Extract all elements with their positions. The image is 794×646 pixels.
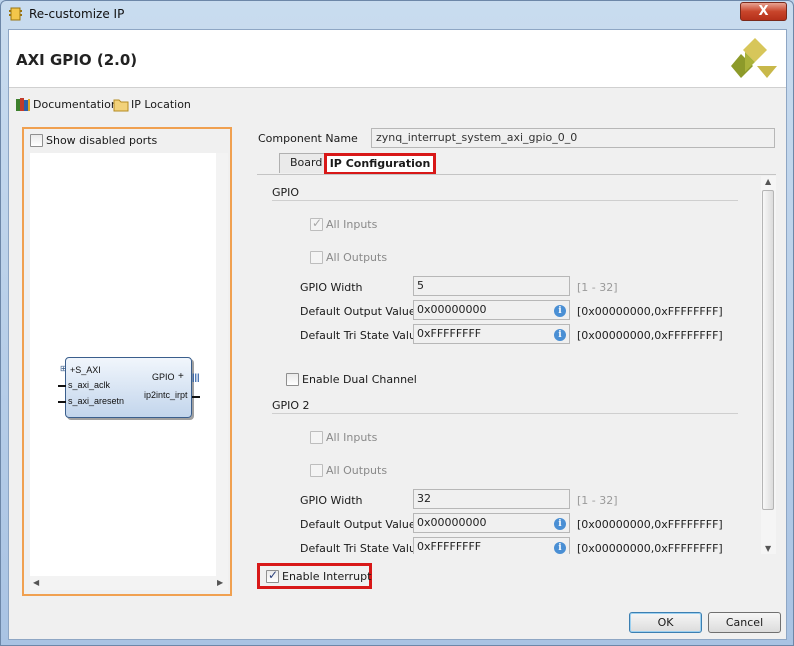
gpio2-default-tri-input[interactable]: 0xFFFFFFFF i [413, 537, 570, 554]
dialog-window: Re-customize IP X AXI GPIO (2.0) Documen [0, 0, 794, 646]
gpio2-width-range: [1 - 32] [577, 494, 618, 507]
pin-ip2intc-irpt [192, 396, 200, 398]
gpio-bus-plus-icon[interactable]: + [178, 371, 184, 382]
gpio-width-input[interactable]: 5 [413, 276, 570, 296]
gpio2-all-outputs-label: All Outputs [326, 464, 388, 477]
info-icon[interactable]: i [554, 542, 566, 554]
gpio2-default-output-range: [0x00000000,0xFFFFFFFF] [577, 518, 723, 531]
scroll-down-arrow-icon[interactable]: ▼ [765, 544, 771, 553]
gpio-all-outputs-box[interactable] [310, 251, 323, 264]
gpio-default-tri-range: [0x00000000,0xFFFFFFFF] [577, 329, 723, 342]
gpio-default-tri-input[interactable]: 0xFFFFFFFF i [413, 324, 570, 344]
config-scroll-thumb[interactable] [762, 190, 774, 510]
scroll-left-arrow-icon[interactable]: ◀ [33, 578, 39, 587]
close-button[interactable]: X [740, 2, 787, 21]
enable-interrupt-label: Enable Interrupt [282, 570, 372, 583]
gpio2-section-title: GPIO 2 [272, 399, 310, 412]
pin-s-axi-aclk [58, 385, 66, 387]
gpio2-width-input[interactable]: 32 [413, 489, 570, 509]
bus-plus-icon[interactable]: ⊞ [60, 364, 67, 373]
port-s-axi-aresetn: s_axi_aresetn [68, 396, 125, 406]
gpio2-default-tri-label: Default Tri State Value [300, 542, 423, 554]
gpio2-default-tri-range: [0x00000000,0xFFFFFFFF] [577, 542, 723, 554]
show-disabled-ports-label: Show disabled ports [46, 134, 158, 147]
gpio-divider [272, 200, 738, 201]
enable-interrupt-box[interactable] [266, 568, 279, 583]
xilinx-logo [731, 38, 777, 78]
component-name-input[interactable]: zynq_interrupt_system_axi_gpio_0_0 [371, 128, 775, 148]
gpio2-default-output-label: Default Output Value [300, 518, 416, 531]
info-icon[interactable]: i [554, 518, 566, 530]
ip-configuration-panel: GPIO All Inputs All Outputs GPIO Width 5… [257, 174, 776, 554]
gpio-default-output-input[interactable]: 0x00000000 i [413, 300, 570, 320]
gpio2-all-inputs-box[interactable] [310, 431, 323, 444]
diagram-horizontal-scrollbar[interactable]: ◀ ▶ [30, 576, 228, 590]
axi-gpio-block[interactable]: ⊞ +S_AXI s_axi_aclk s_axi_aresetn GPIO +… [58, 357, 200, 418]
info-icon[interactable]: i [554, 305, 566, 317]
port-s-axi-aclk: s_axi_aclk [68, 380, 111, 390]
gpio-default-output-value: 0x00000000 [417, 303, 487, 316]
diagram-vertical-scrollbar[interactable] [216, 153, 228, 576]
gpio-default-output-range: [0x00000000,0xFFFFFFFF] [577, 305, 723, 318]
gpio2-all-inputs-label: All Inputs [326, 431, 378, 444]
port-s-axi: +S_AXI [70, 365, 101, 375]
folder-icon [113, 99, 129, 112]
gpio2-default-output-input[interactable]: 0x00000000 i [413, 513, 570, 533]
ok-button[interactable]: OK [629, 612, 702, 633]
title-bar[interactable]: Re-customize IP X [1, 1, 793, 27]
tab-board[interactable]: Board [279, 153, 327, 173]
gpio2-width-label: GPIO Width [300, 494, 363, 507]
gpio-all-inputs-label: All Inputs [326, 218, 378, 231]
gpio-all-outputs-label: All Outputs [326, 251, 388, 264]
gpio2-default-tri-value: 0xFFFFFFFF [417, 540, 482, 553]
block-diagram-panel: Show disabled ports ⊞ +S_AXI s_axi_aclk … [22, 127, 232, 596]
port-gpio: GPIO [152, 372, 175, 382]
tab-ip-configuration[interactable]: IP Configuration [324, 153, 436, 175]
gpio-width-value: 5 [417, 279, 424, 292]
scroll-up-arrow-icon[interactable]: ▲ [765, 177, 771, 186]
cancel-button[interactable]: Cancel [708, 612, 781, 633]
info-icon[interactable]: i [554, 329, 566, 341]
window-title: Re-customize IP [29, 7, 125, 21]
gpio-width-label: GPIO Width [300, 281, 363, 294]
documentation-label: Documentation [33, 98, 118, 111]
gpio2-default-output-value: 0x00000000 [417, 516, 487, 529]
pin-s-axi-aresetn [58, 401, 66, 403]
enable-interrupt-highlight: Enable Interrupt [257, 563, 372, 589]
gpio-default-tri-value: 0xFFFFFFFF [417, 327, 482, 340]
ip-location-label: IP Location [131, 98, 191, 111]
gpio-default-output-label: Default Output Value [300, 305, 416, 318]
books-icon [16, 98, 30, 111]
ip-title: AXI GPIO (2.0) [16, 51, 138, 69]
gpio-all-inputs-box[interactable] [310, 216, 323, 231]
show-disabled-ports-box[interactable] [30, 134, 43, 147]
block-diagram-canvas[interactable]: ⊞ +S_AXI s_axi_aclk s_axi_aresetn GPIO +… [30, 153, 216, 576]
dialog-content: AXI GPIO (2.0) Documentation IP Location… [8, 29, 787, 640]
gpio2-all-outputs-box[interactable] [310, 464, 323, 477]
port-ip2intc-irpt: ip2intc_irpt [144, 390, 188, 400]
enable-dual-channel-label: Enable Dual Channel [302, 373, 417, 386]
scroll-right-arrow-icon[interactable]: ▶ [217, 578, 223, 587]
header-band: AXI GPIO (2.0) [9, 30, 786, 88]
config-vertical-scrollbar[interactable]: ▲ ▼ [761, 176, 776, 554]
component-name-label: Component Name [258, 132, 358, 145]
gpio2-divider [272, 413, 738, 414]
gpio-width-range: [1 - 32] [577, 281, 618, 294]
enable-dual-channel-box[interactable] [286, 373, 299, 386]
ip-icon [9, 7, 22, 21]
gpio-bus-pin: ||| [192, 372, 200, 382]
gpio-section-title: GPIO [272, 186, 300, 199]
gpio-default-tri-label: Default Tri State Value [300, 329, 423, 342]
gpio2-width-value: 32 [417, 492, 431, 505]
